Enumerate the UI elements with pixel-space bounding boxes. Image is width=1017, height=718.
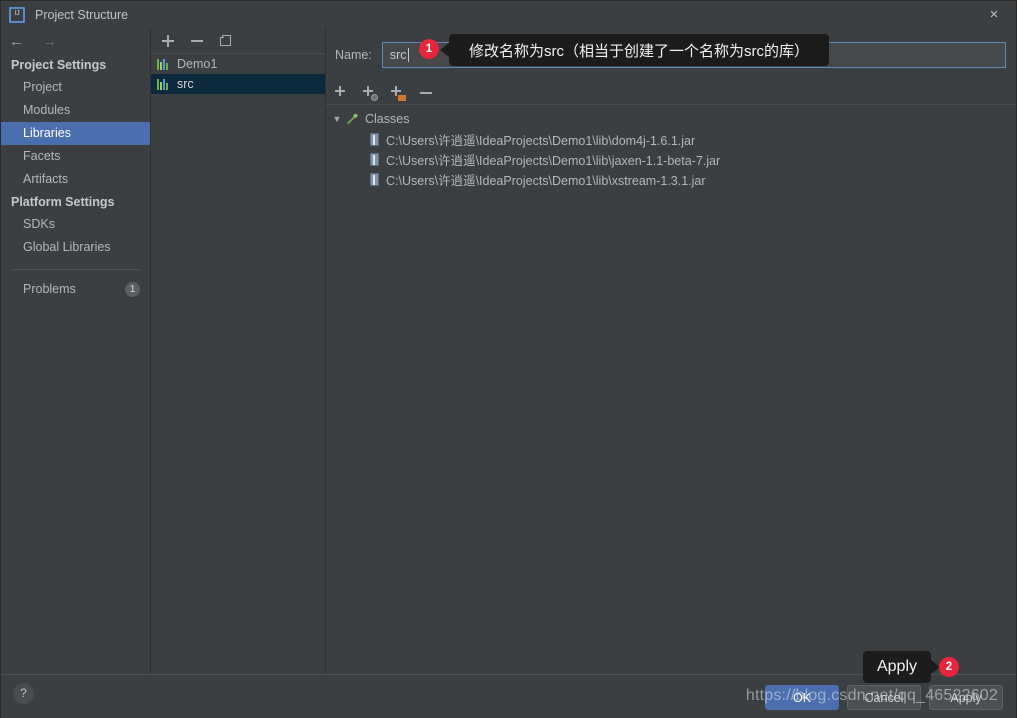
- name-tooltip-text: 修改名称为src（相当于创建了一个名称为src的库）: [469, 42, 809, 60]
- step-badge-1: 1: [419, 39, 439, 59]
- library-list-toolbar: [151, 28, 325, 54]
- settings-sidebar: ← → Project Settings Project Modules Lib…: [1, 28, 151, 673]
- library-contents-tree: ▼ Classes C:\Users\许逍遥\IdeaProjects\Demo…: [326, 105, 1016, 189]
- sidebar-item-problems-label: Problems: [23, 282, 76, 296]
- apply-tooltip: Apply: [863, 651, 940, 683]
- chevron-down-icon[interactable]: ▼: [330, 114, 344, 124]
- intellij-logo-icon: [9, 6, 25, 23]
- library-contents-toolbar: [326, 81, 1016, 105]
- tree-node-label: Classes: [365, 112, 410, 126]
- cancel-button[interactable]: Cancel: [847, 685, 921, 710]
- sidebar-item-project[interactable]: Project: [1, 76, 150, 99]
- apply-button[interactable]: Apply: [929, 685, 1003, 710]
- sidebar-group-project-settings: Project Settings: [11, 58, 107, 72]
- plus-icon[interactable]: [160, 33, 176, 49]
- tooltip-arrow-icon: [440, 43, 449, 57]
- apply-tooltip-text: Apply: [876, 658, 918, 675]
- problems-count-badge: 1: [125, 282, 140, 297]
- plus-folder-icon[interactable]: [390, 85, 406, 101]
- list-item[interactable]: src: [151, 74, 325, 94]
- tree-item-jar[interactable]: C:\Users\许逍遥\IdeaProjects\Demo1\lib\xstr…: [326, 169, 1016, 189]
- copy-icon[interactable]: [218, 33, 234, 49]
- tree-item-jar[interactable]: C:\Users\许逍遥\IdeaProjects\Demo1\lib\jaxe…: [326, 149, 1016, 169]
- sidebar-item-modules[interactable]: Modules: [1, 99, 150, 122]
- sidebar-item-facets[interactable]: Facets: [1, 145, 150, 168]
- jar-file-icon: [370, 172, 379, 186]
- name-tooltip: 修改名称为src（相当于创建了一个名称为src的库）: [440, 34, 829, 66]
- sidebar-item-global-libraries[interactable]: Global Libraries: [1, 236, 150, 259]
- sidebar-divider: [11, 269, 140, 270]
- folder-badge-icon: [398, 94, 406, 101]
- tree-item-jar[interactable]: C:\Users\许逍遥\IdeaProjects\Demo1\lib\dom4…: [326, 129, 1016, 149]
- list-item-label: Demo1: [177, 57, 218, 71]
- tree-item-label: C:\Users\许逍遥\IdeaProjects\Demo1\lib\dom4…: [386, 133, 696, 148]
- library-name-value: src: [389, 47, 407, 62]
- library-icon: [157, 78, 170, 90]
- list-item-label: src: [177, 77, 194, 91]
- sidebar-item-problems[interactable]: Problems 1: [1, 278, 150, 301]
- forward-arrow-icon[interactable]: →: [42, 34, 57, 49]
- sidebar-item-sdks[interactable]: SDKs: [1, 213, 150, 236]
- minus-icon[interactable]: [418, 85, 434, 101]
- help-icon[interactable]: ?: [13, 683, 34, 704]
- minus-icon[interactable]: [189, 33, 205, 49]
- project-structure-dialog: Project Structure × ← → Project Settings…: [0, 0, 1017, 718]
- sidebar-group-platform-settings: Platform Settings: [11, 195, 115, 209]
- plus-globe-icon[interactable]: [362, 85, 378, 101]
- tree-node-classes[interactable]: ▼ Classes: [326, 109, 1016, 129]
- back-arrow-icon[interactable]: ←: [9, 34, 24, 49]
- sidebar-item-artifacts[interactable]: Artifacts: [1, 168, 150, 191]
- hammer-icon: [344, 111, 360, 127]
- list-item[interactable]: Demo1: [151, 54, 325, 74]
- sidebar-item-libraries[interactable]: Libraries: [1, 122, 150, 145]
- jar-file-icon: [370, 132, 379, 146]
- sidebar-nav-arrows: ← →: [1, 28, 150, 54]
- title-bar: Project Structure ×: [1, 1, 1016, 29]
- library-detail-panel: Name: src ▼ Classes C:\Users\许逍遥\IdeaPro…: [326, 28, 1016, 673]
- step-badge-2: 2: [939, 657, 959, 677]
- ok-button[interactable]: OK: [765, 685, 839, 710]
- close-icon[interactable]: ×: [978, 4, 1010, 26]
- window-title: Project Structure: [35, 7, 129, 22]
- library-icon: [157, 58, 170, 70]
- name-label: Name:: [335, 47, 372, 62]
- jar-file-icon: [370, 152, 379, 166]
- text-caret: [407, 47, 409, 62]
- globe-badge-icon: [371, 93, 378, 101]
- tree-item-label: C:\Users\许逍遥\IdeaProjects\Demo1\lib\jaxe…: [386, 153, 721, 168]
- plus-icon[interactable]: [334, 85, 350, 101]
- tree-item-label: C:\Users\许逍遥\IdeaProjects\Demo1\lib\xstr…: [386, 173, 706, 188]
- library-list-panel: Demo1 src: [151, 28, 326, 673]
